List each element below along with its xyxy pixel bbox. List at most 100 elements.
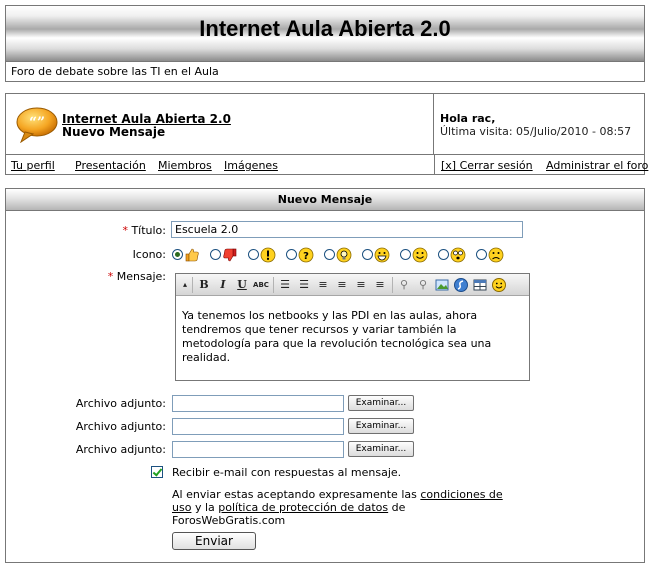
- svg-text:“”: “”: [29, 115, 45, 131]
- message-label-text: Mensaje:: [116, 270, 166, 283]
- logout-link[interactable]: [x] Cerrar sesión: [441, 159, 533, 172]
- required-marker: *: [122, 224, 128, 237]
- required-marker: *: [107, 270, 114, 283]
- speech-bubble-icon: “”: [16, 107, 58, 143]
- forum-subtitle: Nuevo Mensaje: [62, 125, 166, 139]
- last-visit: Última visita: 05/Julio/2010 - 08:57: [440, 125, 632, 138]
- justify-icon[interactable]: ≡: [372, 277, 388, 293]
- submit-button[interactable]: Enviar: [172, 532, 256, 550]
- lightbulb-icon: [336, 247, 352, 263]
- image-icon[interactable]: [434, 277, 450, 293]
- radio-button[interactable]: [362, 249, 373, 260]
- smile-icon: [412, 247, 428, 263]
- question-icon: ?: [298, 247, 314, 263]
- icon-option-thumbs-up[interactable]: [172, 246, 210, 264]
- email-notify-label: Recibir e-mail con respuestas al mensaje…: [172, 466, 402, 479]
- unlink-icon[interactable]: ⚲: [415, 277, 431, 293]
- browse-button[interactable]: Examinar...: [348, 418, 414, 434]
- radio-button[interactable]: [210, 249, 221, 260]
- svg-text:?: ?: [303, 251, 309, 262]
- title-label: * Título:: [6, 224, 166, 237]
- nav-images-link[interactable]: Imágenes: [224, 159, 278, 172]
- emoticon-icon[interactable]: [491, 277, 507, 293]
- page: Internet Aula Abierta 2.0 Foro de debate…: [0, 0, 650, 569]
- icon-option-lightbulb[interactable]: [324, 246, 362, 264]
- editor-toolbar: ▴ B I U ABC ☰ ☰ ≡ ≡ ≡ ≡ ⚲ ⚲: [176, 274, 529, 296]
- attachment-label: Archivo adjunto:: [75, 443, 166, 456]
- attachment-file-input[interactable]: [172, 418, 344, 435]
- toolbar-separator: [392, 277, 393, 293]
- icon-option-smile[interactable]: [400, 246, 438, 264]
- thumbs-down-icon: [223, 248, 237, 262]
- icon-label: Icono:: [132, 248, 166, 261]
- align-left-icon[interactable]: ≡: [315, 277, 331, 293]
- greeting: Hola rac,: [440, 112, 496, 125]
- sad-smiley-icon: [488, 247, 504, 263]
- radio-button[interactable]: [172, 249, 183, 260]
- panel-heading: Nuevo Mensaje: [6, 189, 644, 211]
- attachment-file-input[interactable]: [172, 395, 344, 412]
- ordered-list-icon[interactable]: ☰: [277, 277, 293, 293]
- bold-button[interactable]: B: [196, 277, 212, 293]
- icon-option-exclamation[interactable]: [248, 246, 286, 264]
- nav-divider: [434, 155, 435, 174]
- toolbar-separator: [192, 277, 193, 293]
- align-right-icon[interactable]: ≡: [353, 277, 369, 293]
- legal-prefix: Al enviar estas aceptando expresamente l…: [172, 488, 417, 501]
- forum-home-link[interactable]: Internet Aula Abierta 2.0: [62, 112, 231, 126]
- attachment-label: Archivo adjunto:: [75, 420, 166, 433]
- align-center-icon[interactable]: ≡: [334, 277, 350, 293]
- forum-info: “” Internet Aula Abierta 2.0 Nuevo Mensa…: [6, 94, 434, 154]
- icon-option-laughing[interactable]: [362, 246, 400, 264]
- radio-button[interactable]: [286, 249, 297, 260]
- admin-forum-link[interactable]: Administrar el foro: [546, 159, 648, 172]
- radio-button[interactable]: [476, 249, 487, 260]
- toolbar-separator: [273, 277, 274, 293]
- radio-button[interactable]: [438, 249, 449, 260]
- browse-button[interactable]: Examinar...: [348, 441, 414, 457]
- site-banner: Internet Aula Abierta 2.0: [5, 5, 645, 62]
- radio-button[interactable]: [248, 249, 259, 260]
- user-welcome: Hola rac, Última visita: 05/Julio/2010 -…: [440, 112, 631, 138]
- message-label: * Mensaje:: [6, 270, 166, 283]
- strikethrough-button[interactable]: ABC: [253, 277, 269, 293]
- attachment-label: Archivo adjunto:: [75, 397, 166, 410]
- thumbs-up-icon: [185, 248, 199, 262]
- attachment-file-input[interactable]: [172, 441, 344, 458]
- greeting-word: Hola: [440, 112, 468, 125]
- title-label-text: Título:: [131, 224, 166, 237]
- email-notify-checkbox[interactable]: [151, 466, 163, 478]
- radio-button[interactable]: [400, 249, 411, 260]
- flash-icon[interactable]: [453, 277, 469, 293]
- message-editor: ▴ B I U ABC ☰ ☰ ≡ ≡ ≡ ≡ ⚲ ⚲ Ya tenemos l…: [175, 273, 530, 381]
- legal-notice: Al enviar estas aceptando expresamente l…: [172, 488, 522, 527]
- browse-button[interactable]: Examinar...: [348, 395, 414, 411]
- link-icon[interactable]: ⚲: [396, 277, 412, 293]
- unordered-list-icon[interactable]: ☰: [296, 277, 312, 293]
- privacy-policy-link[interactable]: política de protección de datos: [218, 501, 388, 514]
- nav-members-link[interactable]: Miembros: [158, 159, 212, 172]
- icon-option-sad[interactable]: [476, 246, 514, 264]
- exclamation-icon: [260, 247, 276, 263]
- underline-button[interactable]: U: [234, 277, 250, 293]
- icon-option-thumbs-down[interactable]: [210, 246, 248, 264]
- nav-profile-link[interactable]: Tu perfil: [11, 159, 55, 172]
- icon-option-question[interactable]: ?: [286, 246, 324, 264]
- title-input[interactable]: [171, 221, 523, 238]
- username: rac: [471, 112, 492, 125]
- nav-presentation-link[interactable]: Presentación: [75, 159, 146, 172]
- new-message-panel: Nuevo Mensaje * Título: Icono:: [5, 188, 645, 563]
- toolbar-collapse-icon[interactable]: ▴: [177, 277, 193, 293]
- icon-option-surprised[interactable]: [438, 246, 476, 264]
- message-textarea[interactable]: Ya tenemos los netbooks y las PDI en las…: [176, 297, 529, 380]
- site-tagline: Foro de debate sobre las TI en el Aula: [5, 62, 645, 82]
- radio-button[interactable]: [324, 249, 335, 260]
- site-title: Internet Aula Abierta 2.0: [199, 16, 451, 41]
- table-icon[interactable]: [472, 277, 488, 293]
- legal-and: y la: [194, 501, 215, 514]
- surprised-smiley-icon: [450, 247, 466, 263]
- user-box: “” Internet Aula Abierta 2.0 Nuevo Mensa…: [5, 93, 645, 155]
- laughing-smiley-icon: [374, 247, 390, 263]
- nav-bar: Tu perfil Presentación Miembros Imágenes…: [5, 155, 648, 175]
- italic-button[interactable]: I: [215, 277, 231, 293]
